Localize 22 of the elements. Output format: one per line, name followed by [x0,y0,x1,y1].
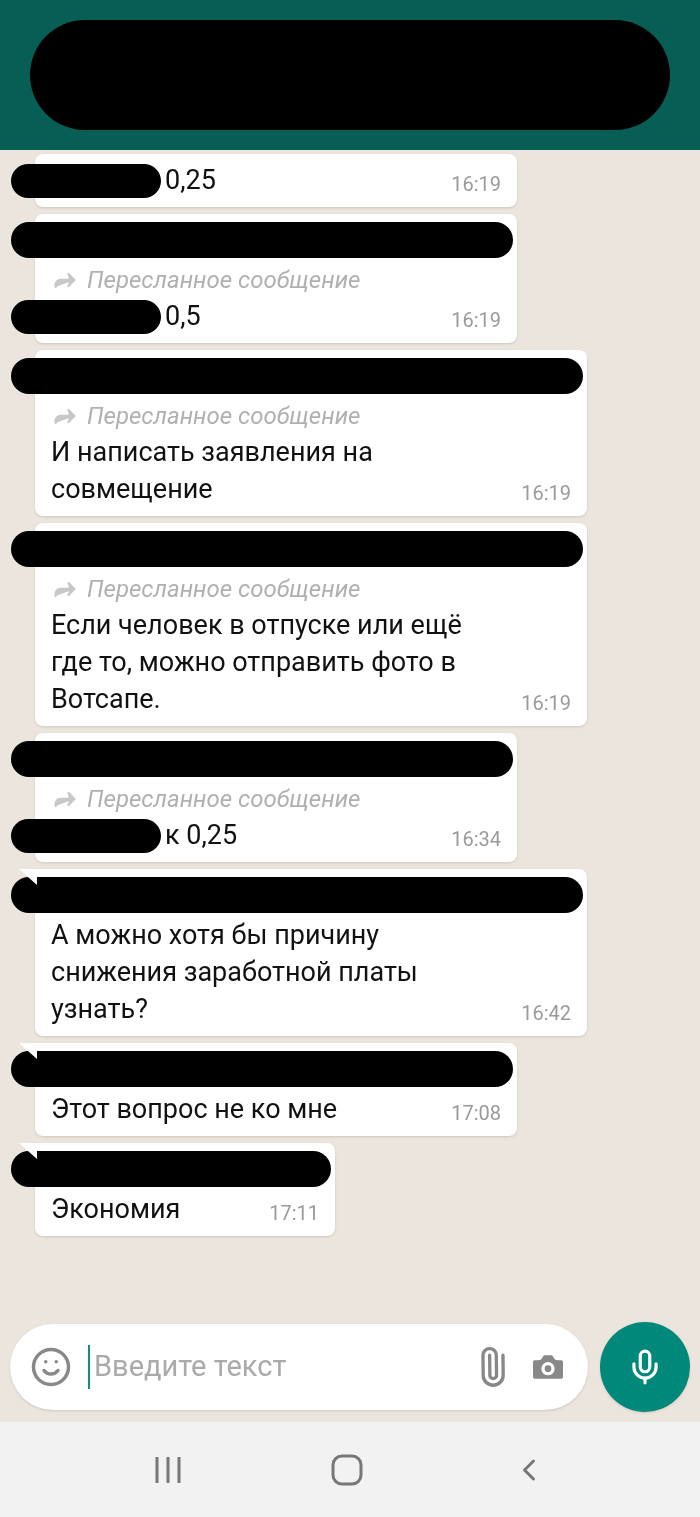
forwarded-label: Пересланное сообщение [87,574,361,605]
message-text: 0,25 [165,163,216,198]
message-time: 16:19 [451,307,501,334]
message-text: Этот вопрос не ко мне [51,1092,338,1127]
message-text: Если человек в отпуске или ещё где то, можно отправить фото в Вотсапе. [51,608,463,717]
message-text: 0,5 [165,299,201,334]
message-input[interactable]: Введите текст [10,1324,588,1410]
forwarded-label: Пересланное сообщение [87,401,361,432]
message-time: 16:34 [451,826,501,853]
message-text: А можно хотя бы причину снижения заработной платы узнать? [51,918,419,1027]
message-time: 16:42 [521,1000,571,1027]
message-time: 16:19 [521,690,571,717]
message-time: 16:19 [451,171,501,198]
text-input[interactable]: Введите текст [88,1345,456,1389]
message-text: к 0,25 [165,818,238,853]
forwarded-label: Пересланное сообщение [87,784,361,815]
forwarded-label: Пересланное сообщение [87,265,361,296]
message-time: 16:19 [521,480,571,507]
message-time: 17:11 [269,1200,319,1227]
message-text: И написать заявления на совмещение [51,435,374,507]
message-text: Экономия [51,1192,181,1227]
message-time: 17:08 [451,1100,501,1127]
